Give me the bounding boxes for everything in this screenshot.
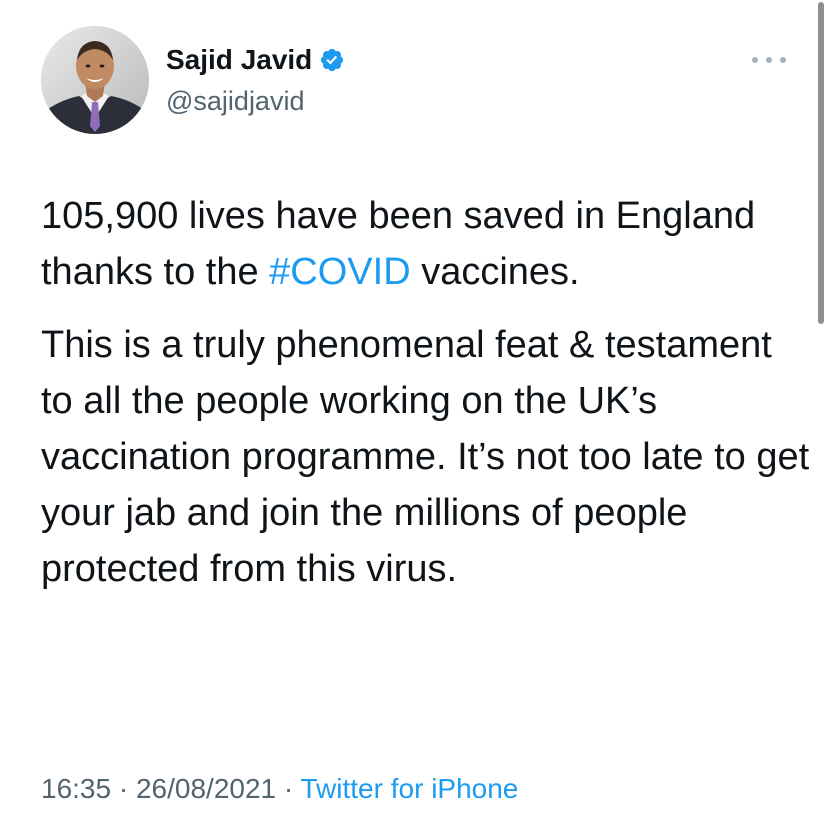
more-dot	[752, 57, 758, 63]
tweet-time[interactable]: 16:35	[41, 773, 111, 804]
tweet-date[interactable]: 26/08/2021	[136, 773, 276, 804]
meta-separator: ·	[111, 773, 136, 804]
meta-separator: ·	[276, 773, 301, 804]
author-display-name[interactable]: Sajid Javid	[166, 44, 312, 76]
tweet-metadata: 16:35 · 26/08/2021 · Twitter for iPhone	[41, 773, 518, 805]
tweet-paragraph-1: 105,900 lives have been saved in England…	[41, 188, 811, 300]
verified-badge-icon	[319, 47, 345, 73]
avatar[interactable]	[41, 26, 149, 134]
avatar-image	[41, 26, 149, 134]
more-dot	[766, 57, 772, 63]
author-name-row: Sajid Javid	[166, 42, 345, 78]
more-dot	[780, 57, 786, 63]
hashtag-link[interactable]: #COVID	[269, 251, 410, 293]
tweet: Sajid Javid @sajidjavid 105,900 lives ha…	[0, 0, 828, 834]
tweet-source-link[interactable]: Twitter for iPhone	[301, 773, 519, 804]
author-handle[interactable]: @sajidjavid	[166, 86, 304, 117]
scrollbar[interactable]	[818, 2, 824, 324]
tweet-text: 105,900 lives have been saved in England…	[41, 188, 811, 597]
more-options-icon[interactable]	[752, 50, 786, 70]
tweet-text-after-hashtag: vaccines.	[410, 251, 580, 293]
tweet-paragraph-2: This is a truly phenomenal feat & testam…	[41, 324, 810, 590]
